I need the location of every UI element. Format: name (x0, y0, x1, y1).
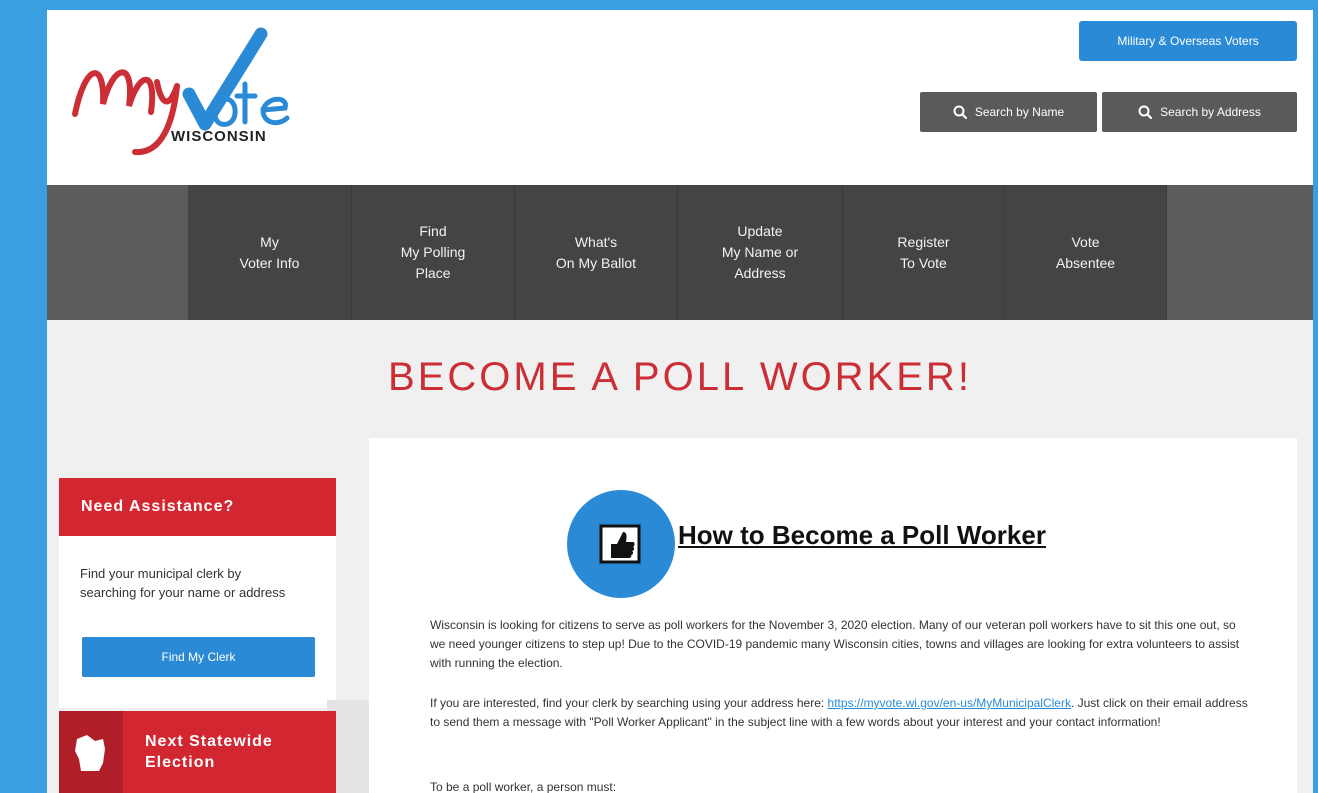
logo-wisconsin-text: WISCONSIN (171, 128, 267, 145)
nav-my-voter-info[interactable]: My Voter Info (188, 185, 352, 320)
my-municipal-clerk-link[interactable]: https://myvote.wi.gov/en-us/MyMunicipalC… (828, 696, 1071, 710)
page-title: BECOME A POLL WORKER! (388, 355, 972, 399)
search-by-name-label: Search by Name (974, 105, 1065, 119)
myvote-wisconsin-logo[interactable]: WISCONSIN (65, 24, 325, 164)
need-assistance-heading: Need Assistance? (59, 478, 336, 536)
nav-update-name-address[interactable]: Update My Name or Address (678, 185, 843, 320)
site-header: WISCONSIN Military & Overseas Voters Sea… (47, 10, 1313, 185)
search-by-address-button[interactable]: Search by Address (1102, 92, 1297, 132)
main-nav: My Voter Info Find My Polling Place What… (47, 185, 1313, 320)
nav-find-polling-place[interactable]: Find My Polling Place (352, 185, 515, 320)
clerk-search-text-start: If you are interested, find your clerk b… (430, 696, 828, 710)
military-overseas-voters-button[interactable]: Military & Overseas Voters (1079, 21, 1297, 61)
nav-vote-absentee[interactable]: Vote Absentee (1005, 185, 1167, 320)
search-by-name-button[interactable]: Search by Name (920, 92, 1097, 132)
next-statewide-election-label: Next Statewide Election (145, 733, 273, 771)
thumbs-up-ballot-icon (567, 490, 675, 598)
search-icon (953, 105, 967, 119)
nav-register-to-vote[interactable]: Register To Vote (843, 185, 1005, 320)
find-my-clerk-button[interactable]: Find My Clerk (82, 637, 315, 677)
main-content: How to Become a Poll Worker Wisconsin is… (369, 438, 1297, 793)
nav-whats-on-my-ballot[interactable]: What's On My Ballot (515, 185, 678, 320)
page: WISCONSIN Military & Overseas Voters Sea… (47, 10, 1313, 793)
next-statewide-election-card[interactable]: Next Statewide Election (59, 711, 336, 793)
need-assistance-text: Find your municipal clerk by searching f… (80, 566, 286, 600)
intro-paragraph: Wisconsin is looking for citizens to ser… (430, 618, 1240, 670)
requirements-intro: To be a poll worker, a person must: (430, 780, 617, 793)
election-icon-box (59, 711, 123, 793)
clerk-search-paragraph: If you are interested, find your clerk b… (430, 694, 1250, 732)
how-to-become-heading: How to Become a Poll Worker (678, 520, 1046, 550)
search-by-address-label: Search by Address (1160, 105, 1261, 119)
need-assistance-card: Need Assistance? Find your municipal cle… (59, 478, 336, 708)
search-icon (1138, 105, 1153, 119)
